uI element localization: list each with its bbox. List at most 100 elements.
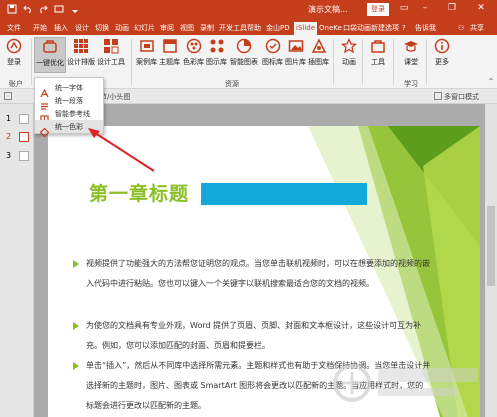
tab-record[interactable]: 录制 bbox=[200, 22, 214, 35]
tab-new-option[interactable]: 新建选项 bbox=[371, 22, 399, 35]
image-icon bbox=[287, 37, 305, 55]
menu-item-unify-paragraph[interactable]: 统一段落 bbox=[35, 94, 103, 110]
tab-design[interactable]: 设计 bbox=[75, 22, 89, 35]
menu-item-smart-guides[interactable]: 智能参考线 bbox=[35, 107, 103, 124]
menu-item-label: 智能参考线 bbox=[55, 109, 90, 118]
color-library-button[interactable]: 色彩库 bbox=[183, 37, 204, 67]
toolbox-icon bbox=[369, 37, 387, 55]
divider bbox=[31, 39, 32, 85]
tab-help[interactable]: 帮助 bbox=[247, 22, 261, 35]
tools-button[interactable]: 工具 bbox=[369, 37, 387, 67]
illustration-library-button[interactable]: 插图库 bbox=[308, 37, 329, 67]
diagram-library-label: 图示库 bbox=[206, 58, 227, 66]
color-library-label: 色彩库 bbox=[183, 58, 204, 66]
slide-paragraph-1: 视频提供了功能强大的方法帮您证明您的观点。当您单击联机视频时，可以在想要添加的视… bbox=[73, 254, 431, 294]
icon-library-button[interactable]: 图标库 bbox=[262, 37, 283, 67]
slide-thumbnail-2[interactable] bbox=[19, 132, 29, 142]
tab-transitions[interactable]: 切换 bbox=[95, 22, 109, 35]
smart-chart-button[interactable]: 智能图表 bbox=[230, 37, 258, 67]
tell-me-search[interactable]: 告诉我 bbox=[415, 22, 436, 35]
case-library-icon bbox=[138, 37, 156, 55]
divider bbox=[362, 39, 363, 85]
tab-file[interactable]: 文件 bbox=[7, 22, 21, 35]
diagram-library-button[interactable]: 图示库 bbox=[206, 37, 227, 67]
minimize-icon[interactable]: – bbox=[418, 3, 432, 13]
slide-paragraph-2: 为使您的文档具有专业外观，Word 提供了页眉、页脚、封面和文本框设计，这些设计… bbox=[73, 316, 431, 356]
optimize-icon bbox=[41, 38, 59, 56]
ribbon-display-icon[interactable]: ▭ bbox=[397, 3, 411, 13]
menu-item-label: 统一字体 bbox=[55, 83, 83, 92]
slide-title: 第一章标题 bbox=[89, 183, 190, 205]
course-label: 课堂 bbox=[404, 58, 418, 66]
divider bbox=[333, 39, 334, 85]
design-layout-button[interactable]: 设计排版 bbox=[67, 37, 95, 67]
multi-window-label[interactable]: 多窗口模式 bbox=[444, 92, 479, 102]
slide-thumbnail-3[interactable] bbox=[19, 151, 29, 161]
section-label: 节/小头图 bbox=[100, 93, 131, 101]
undo-icon[interactable] bbox=[22, 3, 34, 15]
bullet-icon bbox=[73, 260, 79, 268]
bullet-icon bbox=[73, 322, 79, 330]
scrollbar-thumb[interactable] bbox=[487, 206, 495, 286]
info-icon bbox=[433, 37, 451, 55]
guides-icon bbox=[40, 109, 49, 124]
group-account-label: 账户 bbox=[9, 80, 23, 88]
tab-jinshan-pd[interactable]: 金山PD bbox=[266, 22, 290, 35]
diagram-icon bbox=[208, 37, 226, 55]
case-library-button[interactable]: 案例库 bbox=[136, 37, 157, 67]
close-icon[interactable]: ✕ bbox=[474, 3, 488, 13]
save-icon[interactable] bbox=[6, 3, 18, 15]
collapse-ribbon-icon[interactable]: ⌃ bbox=[484, 77, 497, 86]
menu-item-label: 统一段落 bbox=[55, 96, 83, 105]
customize-quick-access-icon[interactable] bbox=[69, 3, 81, 15]
pie-chart-icon bbox=[235, 37, 253, 55]
tab-islide[interactable]: iSlide bbox=[294, 22, 318, 35]
group-learn-label: 学习 bbox=[404, 80, 418, 88]
theme-library-button[interactable]: 主题库 bbox=[159, 37, 180, 67]
share-icon[interactable]: ⚇ bbox=[458, 22, 464, 35]
animation-button[interactable]: 动画 bbox=[340, 37, 358, 67]
smart-chart-label: 智能图表 bbox=[230, 58, 258, 66]
more-label: 更多 bbox=[435, 58, 449, 66]
start-slideshow-icon[interactable] bbox=[53, 3, 65, 15]
one-click-optimize-button[interactable]: 一键优化 bbox=[34, 37, 66, 73]
slide-number-2: 2 bbox=[6, 132, 12, 141]
color-palette-icon bbox=[185, 37, 203, 55]
theme-library-label: 主题库 bbox=[159, 58, 180, 66]
more-button[interactable]: 更多 bbox=[433, 37, 451, 67]
restore-icon[interactable]: ❐ bbox=[445, 3, 459, 13]
window-mode-icon[interactable] bbox=[434, 92, 442, 100]
slide-number-3: 3 bbox=[6, 151, 12, 160]
tab-view[interactable]: 视图 bbox=[180, 22, 194, 35]
tell-me-icon[interactable]: ? bbox=[402, 22, 406, 35]
animation-label: 动画 bbox=[342, 58, 356, 66]
illustration-icon bbox=[310, 37, 328, 55]
login-ribbon-button[interactable]: 登录 bbox=[5, 37, 23, 67]
redo-icon[interactable] bbox=[37, 3, 49, 15]
tab-insert[interactable]: 插入 bbox=[54, 22, 68, 35]
watermark-logo bbox=[333, 364, 478, 402]
menu-item-unify-font[interactable]: 统一字体 bbox=[35, 81, 103, 98]
tab-animations[interactable]: 动画 bbox=[115, 22, 129, 35]
tab-review[interactable]: 审阅 bbox=[160, 22, 174, 35]
graduation-cap-icon bbox=[402, 37, 420, 55]
login-button[interactable]: 登录 bbox=[367, 3, 389, 16]
outline-view-icon[interactable] bbox=[4, 92, 12, 100]
slide-number-1: 1 bbox=[6, 114, 12, 123]
tab-home[interactable]: 开始 bbox=[33, 22, 47, 35]
course-button[interactable]: 课堂 bbox=[402, 37, 420, 67]
slide-thumbnail-1[interactable] bbox=[19, 114, 29, 124]
theme-library-icon bbox=[161, 37, 179, 55]
design-tools-button[interactable]: 设计工具 bbox=[97, 37, 125, 67]
icon-library-icon bbox=[264, 37, 282, 55]
tab-slideshow[interactable]: 幻灯片 bbox=[134, 22, 155, 35]
layout-grid-icon bbox=[72, 37, 90, 55]
tab-oneke[interactable]: OneKe bbox=[319, 22, 342, 35]
tab-pocket-animation[interactable]: 口袋动画 bbox=[343, 22, 371, 35]
image-library-button[interactable]: 图片库 bbox=[285, 37, 306, 67]
divider bbox=[393, 39, 394, 85]
share-button[interactable]: 共享 bbox=[470, 22, 484, 35]
document-title: 演示文稿... bbox=[308, 5, 348, 14]
tab-developer[interactable]: 开发工具 bbox=[219, 22, 247, 35]
image-library-label: 图片库 bbox=[285, 58, 306, 66]
